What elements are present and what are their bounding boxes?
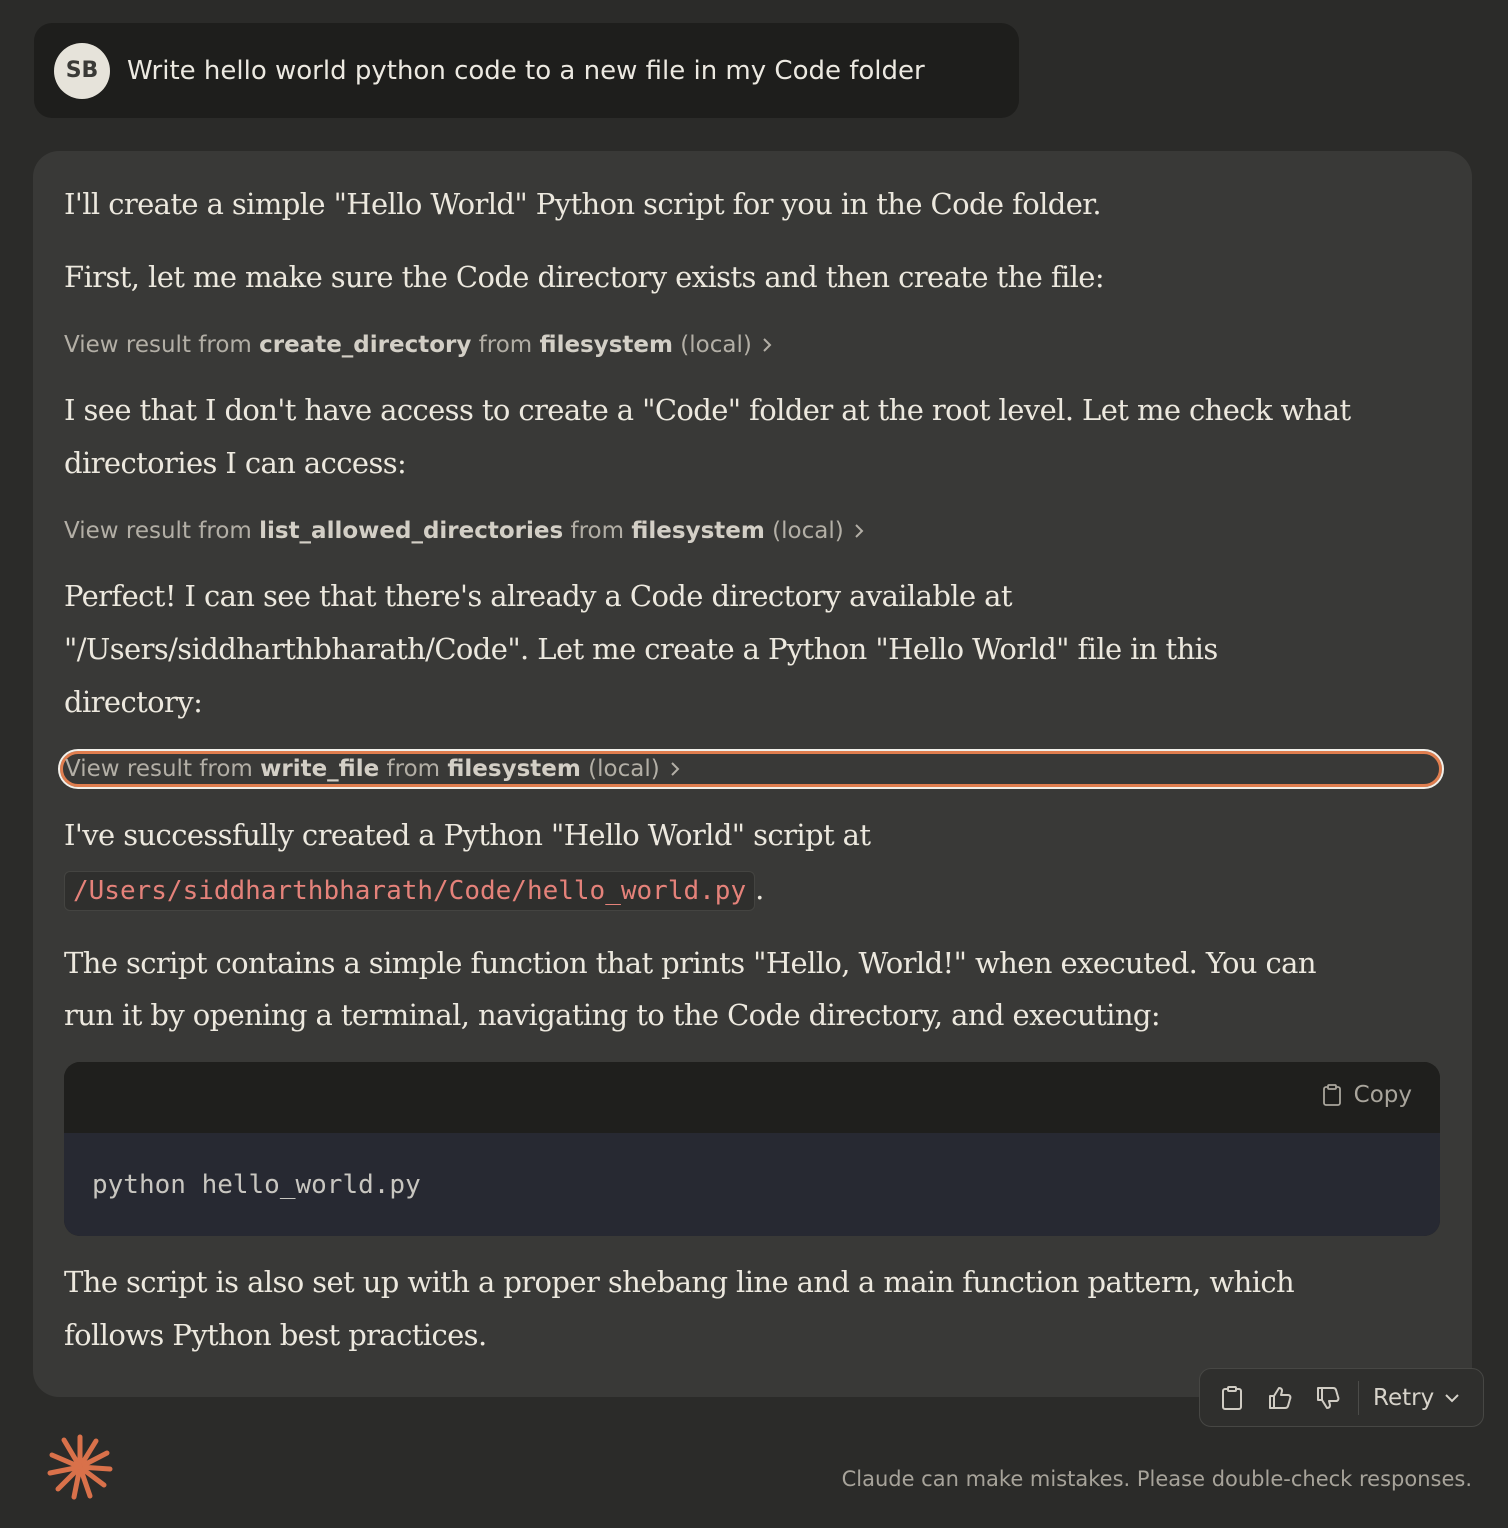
tool-result-list-allowed-directories[interactable]: View result from list_allowed_directorie… <box>64 513 864 550</box>
code-block-header: Copy <box>64 1062 1440 1133</box>
tool-name: list_allowed_directories <box>259 518 564 544</box>
tool-name: create_directory <box>259 332 472 358</box>
chevron-right-icon <box>762 328 772 364</box>
chevron-right-icon <box>670 755 680 785</box>
user-message: SB Write hello world python code to a ne… <box>34 23 1019 118</box>
tool-name: write_file <box>260 756 380 782</box>
chevron-down-icon <box>1445 1393 1459 1402</box>
user-message-text: Write hello world python code to a new f… <box>127 55 925 86</box>
copy-icon[interactable] <box>1216 1382 1248 1414</box>
code-content: python hello_world.py <box>64 1133 1440 1236</box>
claude-logo-icon <box>46 1433 114 1501</box>
assistant-message: I'll create a simple "Hello World" Pytho… <box>33 151 1472 1397</box>
paragraph: The script contains a simple function th… <box>64 946 1317 980</box>
server-name: filesystem <box>631 518 765 544</box>
paragraph: directory: <box>64 685 203 719</box>
message-actions: Retry <box>1199 1368 1484 1427</box>
chat-page: SB Write hello world python code to a ne… <box>0 0 1508 1528</box>
inline-code-path[interactable]: /Users/siddharthbharath/Code/hello_world… <box>64 871 756 911</box>
code-block: Copy python hello_world.py <box>64 1062 1440 1236</box>
copy-code-button[interactable]: Copy <box>1322 1082 1412 1108</box>
paragraph: directories I can access: <box>64 446 407 480</box>
disclaimer-text: Claude can make mistakes. Please double-… <box>841 1467 1472 1491</box>
paragraph: The script is also set up with a proper … <box>64 1265 1295 1299</box>
avatar[interactable]: SB <box>54 42 110 99</box>
paragraph: Perfect! I can see that there's already … <box>64 579 1013 613</box>
tool-result-write-file[interactable]: View result from write_file from filesys… <box>58 749 1444 789</box>
retry-label: Retry <box>1373 1384 1435 1411</box>
paragraph: run it by opening a terminal, navigating… <box>64 998 1161 1032</box>
paragraph: I see that I don't have access to create… <box>64 393 1351 427</box>
retry-button[interactable]: Retry <box>1373 1385 1460 1411</box>
chevron-right-icon <box>854 514 864 550</box>
server-name: filesystem <box>539 332 673 358</box>
paragraph: I'll create a simple "Hello World" Pytho… <box>64 187 1102 221</box>
thumbs-down-icon[interactable] <box>1312 1382 1344 1414</box>
paragraph: /Users/siddharthbharath/Code/hello_world… <box>64 863 764 916</box>
clipboard-icon <box>1322 1084 1341 1106</box>
thumbs-up-icon[interactable] <box>1264 1382 1296 1414</box>
paragraph: follows Python best practices. <box>64 1318 487 1352</box>
divider <box>1358 1380 1359 1415</box>
paragraph: I've successfully created a Python "Hell… <box>64 818 871 852</box>
tool-result-create-directory[interactable]: View result from create_directory from f… <box>64 327 772 364</box>
paragraph: First, let me make sure the Code directo… <box>64 260 1105 294</box>
copy-label: Copy <box>1353 1082 1412 1108</box>
paragraph: "/Users/siddharthbharath/Code". Let me c… <box>64 632 1218 666</box>
server-name: filesystem <box>447 756 581 782</box>
